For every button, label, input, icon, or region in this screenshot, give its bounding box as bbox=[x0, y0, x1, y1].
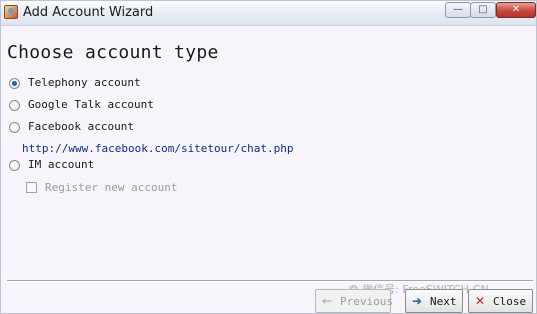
close-icon: ✕ bbox=[511, 4, 521, 15]
im-radio[interactable] bbox=[9, 160, 20, 171]
minimize-button[interactable]: — bbox=[445, 2, 471, 18]
page-title: Choose account type bbox=[7, 42, 219, 63]
facebook-label: Facebook account bbox=[28, 120, 134, 133]
title-bar[interactable]: Add Account Wizard — □ ✕ bbox=[1, 1, 536, 26]
im-label: IM account bbox=[28, 158, 95, 171]
facebook-link[interactable]: http://www.facebook.com/sitetour/chat.ph… bbox=[22, 142, 294, 155]
close-x-icon: ✕ bbox=[475, 294, 486, 308]
google-talk-radio[interactable] bbox=[9, 100, 20, 111]
maximize-button[interactable]: □ bbox=[470, 2, 496, 18]
telephony-radio[interactable] bbox=[9, 78, 20, 89]
close-button[interactable]: ✕ Close bbox=[468, 289, 533, 313]
register-label: Register new account bbox=[45, 181, 178, 194]
facebook-radio[interactable] bbox=[9, 122, 20, 133]
arrow-right-icon: ➜ bbox=[412, 294, 423, 308]
next-button[interactable]: ➜ Next bbox=[405, 289, 463, 313]
previous-label: Previous bbox=[340, 295, 393, 308]
arrow-left-icon: ← bbox=[322, 294, 333, 308]
wizard-window: Add Account Wizard — □ ✕ Choose account … bbox=[0, 0, 537, 314]
minimize-icon: — bbox=[453, 4, 463, 15]
maximize-icon: □ bbox=[478, 4, 488, 15]
window-title: Add Account Wizard bbox=[23, 5, 154, 20]
window-close-button[interactable]: ✕ bbox=[496, 2, 536, 18]
telephony-label: Telephony account bbox=[28, 76, 141, 89]
close-label: Close bbox=[493, 295, 527, 308]
google-talk-label: Google Talk account bbox=[28, 98, 154, 111]
app-icon bbox=[4, 5, 18, 19]
register-checkbox[interactable] bbox=[26, 182, 37, 193]
next-label: Next bbox=[430, 295, 457, 308]
previous-button[interactable]: ← Previous bbox=[315, 289, 393, 313]
